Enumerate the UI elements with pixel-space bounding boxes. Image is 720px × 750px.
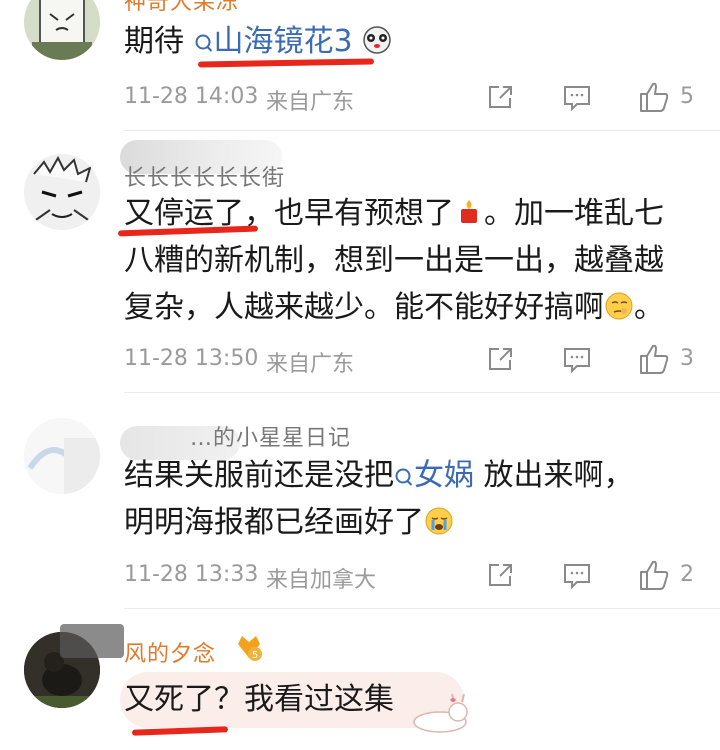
like-icon[interactable]	[638, 80, 672, 114]
like-count: 5	[680, 84, 694, 109]
topic-text[interactable]: 女娲	[414, 458, 474, 493]
comment-text: 又停运了，也早有预想了 。加一堆乱七 八糟的新机制，想到一出是一出，越叠越 复杂…	[124, 190, 700, 331]
comment-text-line-2: 明明海报都已经画好了	[124, 505, 424, 540]
thinking-emoji-icon	[605, 292, 633, 320]
comment-text-line-1: 又停运了，也早有预想了	[124, 196, 454, 231]
comment-time: 11-28 14:03	[124, 84, 259, 109]
divider	[124, 608, 720, 609]
comment-text-line-3: 复杂，人越来越少。能不能好好搞啊	[124, 290, 604, 325]
reply-icon[interactable]	[562, 344, 592, 374]
share-icon[interactable]	[486, 344, 516, 374]
comment-time: 11-28 13:33	[124, 562, 259, 587]
topic-link[interactable]: 山海镜花3	[194, 24, 363, 59]
comment-meta: 11-28 13:33 来自加拿大 2	[124, 560, 720, 593]
comment-meta: 11-28 14:03 来自广东 5	[124, 82, 720, 115]
username[interactable]: 风的夕念	[124, 636, 216, 668]
badge-icon: 5	[238, 636, 262, 661]
comment-text-prefix: 结果关服前还是没把	[124, 458, 394, 493]
share-icon[interactable]	[486, 82, 516, 112]
avatar[interactable]	[24, 154, 100, 230]
topic-link[interactable]: 女娲	[394, 458, 474, 493]
comment-text-suffix: 放出来啊，	[474, 458, 634, 493]
candle-emoji-icon	[461, 200, 477, 223]
badge-level: 5	[252, 650, 258, 661]
comment-text: 结果关服前还是没把 女娲 放出来啊， 明明海报都已经画好了	[124, 452, 700, 546]
divider	[124, 130, 720, 131]
comment-location: 来自广东	[266, 352, 355, 377]
topic-text[interactable]: 山海镜花3	[214, 24, 353, 59]
like-icon[interactable]	[638, 558, 672, 592]
crying-emoji-icon	[425, 507, 453, 535]
share-icon[interactable]	[486, 560, 516, 590]
comment-text-line-2: 八糟的新机制，想到一出是一出，越叠越	[124, 243, 664, 278]
panda-emoji-icon	[363, 26, 391, 54]
divider	[124, 392, 720, 393]
comment-text-line-3b: 。	[634, 290, 664, 325]
comment-location: 来自加拿大	[266, 568, 377, 593]
avatar[interactable]	[24, 418, 100, 494]
username[interactable]: 长长长长长长街	[124, 160, 285, 192]
comment-text: 期待 山海镜花3	[124, 18, 700, 65]
avatar[interactable]	[24, 0, 100, 60]
reply-icon[interactable]	[562, 82, 592, 112]
like-icon[interactable]	[638, 342, 672, 376]
comment-location: 来自广东	[266, 90, 355, 115]
reply-icon[interactable]	[562, 560, 592, 590]
like-count: 3	[680, 346, 694, 371]
comment-text: 又死了？我看过这集	[124, 682, 394, 717]
username-redacted	[60, 624, 124, 658]
comment-meta: 11-28 13:50 来自广东 3	[124, 344, 720, 377]
comment-text-prefix: 期待	[124, 24, 184, 59]
username[interactable]: 神奇大果冻	[124, 0, 239, 16]
like-count: 2	[680, 562, 694, 587]
username[interactable]: …的小星星日记	[190, 420, 351, 452]
search-icon	[195, 34, 212, 52]
search-icon	[395, 468, 413, 486]
comment-text-line-1b: 。加一堆乱七	[484, 196, 664, 231]
comment-time: 11-28 13:50	[124, 346, 259, 371]
